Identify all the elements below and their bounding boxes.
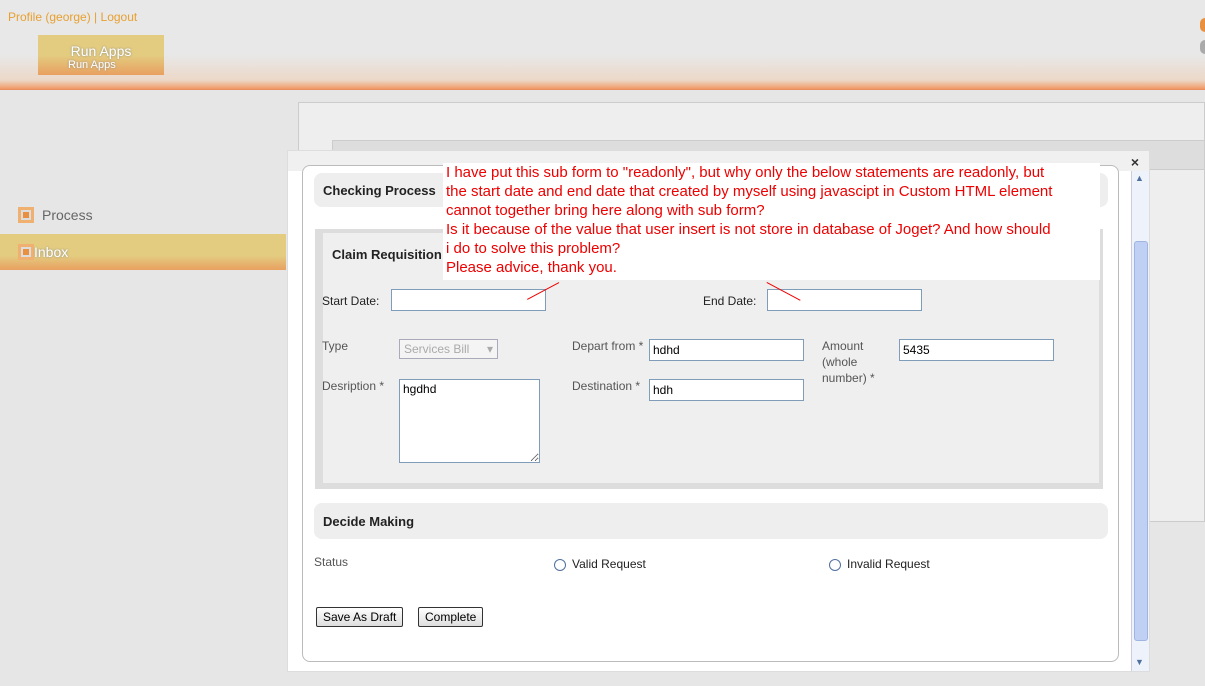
annotation-line: i do to solve this problem? [446, 240, 621, 257]
destination-input[interactable] [649, 379, 804, 401]
start-date-input[interactable] [391, 289, 546, 311]
sidebar-item-inbox[interactable]: Inbox [0, 234, 286, 270]
description-textarea[interactable]: hgdhd [399, 379, 540, 463]
annotation-line: I have put this sub form to "readonly", … [446, 164, 1045, 181]
scroll-up-icon[interactable]: ▲ [1135, 173, 1144, 183]
gray-dot-icon [1200, 40, 1205, 54]
annotation-note: I have put this sub form to "readonly", … [443, 163, 1100, 280]
separator: | [90, 10, 101, 24]
radio-valid-request[interactable]: Valid Request [554, 557, 646, 571]
save-as-draft-button[interactable]: Save As Draft [316, 607, 404, 627]
amount-input[interactable] [899, 339, 1054, 361]
end-date-input[interactable] [767, 289, 922, 311]
destination-label: Destination * [572, 379, 641, 393]
section-decide-making: Decide Making [314, 503, 1108, 539]
scrollbar[interactable]: ▲ ▼ [1131, 171, 1149, 671]
run-apps-button[interactable]: Run Apps Run Apps [38, 35, 164, 75]
type-value: Services Bill [404, 342, 470, 356]
logout-link[interactable]: Logout [101, 10, 138, 24]
end-date-label: End Date: [703, 294, 757, 308]
run-apps-title: Run Apps [70, 43, 132, 59]
complete-button[interactable]: Complete [418, 607, 484, 627]
start-date-label: Start Date: [322, 294, 380, 308]
annotation-line: Please advice, thank you. [446, 259, 617, 276]
scroll-down-icon[interactable]: ▼ [1135, 657, 1144, 667]
status-label: Status [314, 555, 349, 569]
description-label: Desription * [322, 379, 385, 393]
radio-invalid-request[interactable]: Invalid Request [829, 557, 930, 571]
radio-label: Valid Request [572, 557, 646, 571]
close-icon[interactable]: × [1131, 154, 1139, 170]
amount-label: Amount (whole number) * [822, 339, 875, 385]
type-select[interactable]: Services Bill ▾ [399, 339, 498, 359]
depart-label: Depart from * [572, 339, 644, 353]
top-links: Profile (george) | Logout [8, 10, 137, 24]
annotation-line: Is it because of the value that user ins… [446, 221, 1051, 238]
chevron-down-icon: ▾ [486, 342, 493, 356]
depart-input[interactable] [649, 339, 804, 361]
subform-title: Claim Requisition [332, 247, 442, 262]
sidebar-item-label: Inbox [34, 244, 69, 260]
scrollbar-thumb[interactable] [1134, 241, 1148, 641]
profile-link[interactable]: Profile (george) [8, 10, 91, 24]
square-bullet-icon [18, 244, 34, 260]
orange-dot-icon [1200, 18, 1205, 32]
sidebar-item-label: Process [42, 207, 93, 223]
radio-icon[interactable] [554, 558, 566, 571]
sidebar-item-process[interactable]: Process [0, 197, 286, 233]
run-apps-subtitle: Run Apps [68, 59, 116, 71]
type-label: Type [322, 339, 349, 353]
annotation-line: the start date and end date that created… [446, 183, 1053, 200]
header [0, 0, 1205, 90]
radio-icon[interactable] [829, 558, 841, 571]
annotation-line: cannot together bring here along with su… [446, 202, 765, 219]
radio-label: Invalid Request [847, 557, 930, 571]
square-bullet-icon [18, 207, 34, 223]
